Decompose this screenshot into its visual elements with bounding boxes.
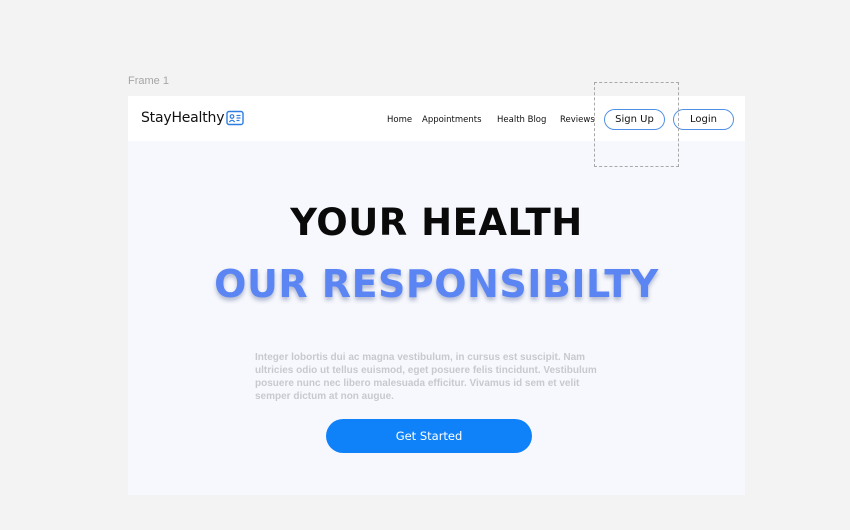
brand-name: StayHealthy	[141, 110, 225, 126]
hero-headline-line1: YOUR HEALTH	[290, 201, 583, 244]
nav-link-health-blog[interactable]: Health Blog	[497, 115, 546, 125]
frame-label: Frame 1	[128, 75, 169, 87]
navbar: StayHealthy Home Appointments Health Blo…	[128, 96, 745, 141]
design-frame: StayHealthy Home Appointments Health Blo…	[128, 96, 745, 495]
login-button[interactable]: Login	[673, 109, 734, 130]
nav-link-home[interactable]: Home	[387, 115, 412, 125]
sign-up-button[interactable]: Sign Up	[604, 109, 665, 130]
id-card-icon	[226, 110, 245, 126]
nav-link-reviews[interactable]: Reviews	[560, 115, 595, 125]
nav-link-appointments[interactable]: Appointments	[422, 115, 482, 125]
hero-body-text: Integer lobortis dui ac magna vestibulum…	[255, 352, 597, 402]
hero-headline-line2: OUR RESPONSIBILTY	[214, 262, 659, 306]
brand-logo[interactable]: StayHealthy	[141, 110, 245, 126]
get-started-button[interactable]: Get Started	[326, 419, 532, 453]
